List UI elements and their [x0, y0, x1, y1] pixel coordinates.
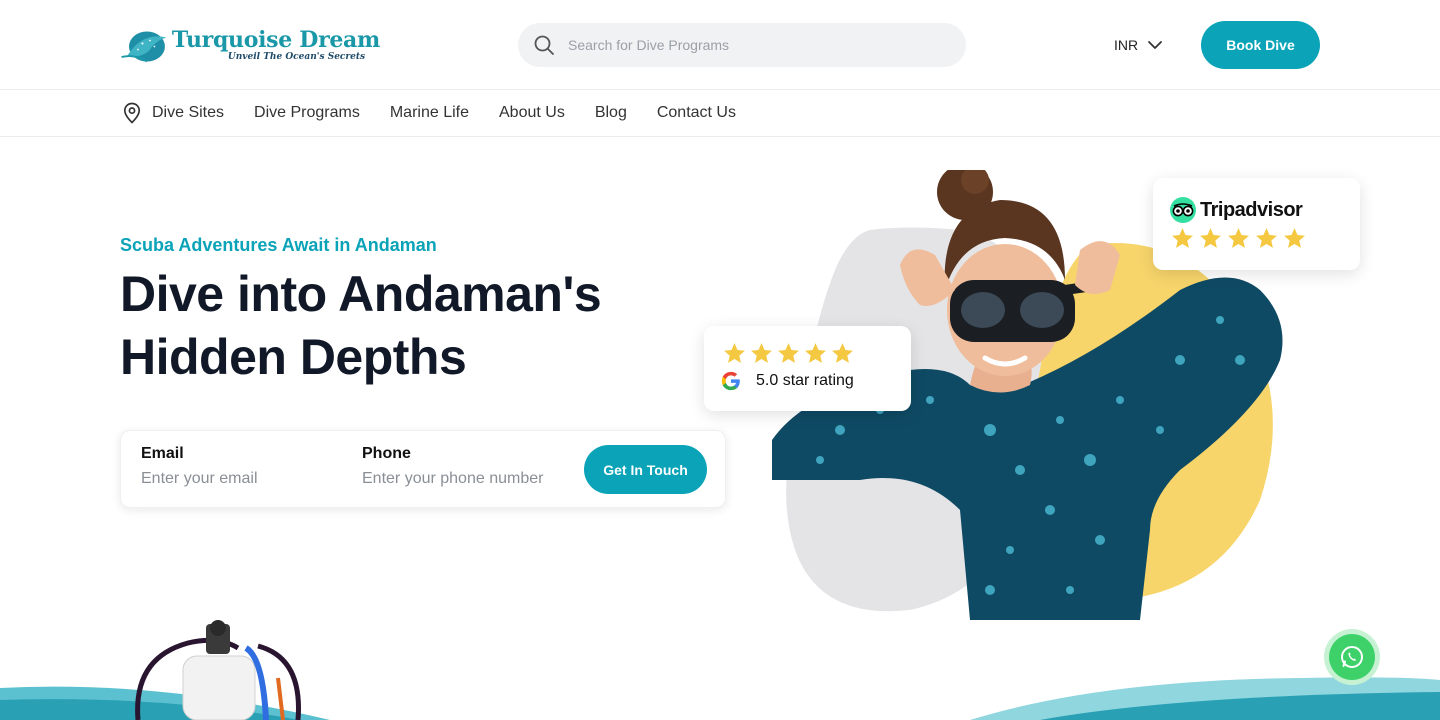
location-pin-icon	[123, 102, 141, 124]
nav-item-dive-sites[interactable]: Dive Sites	[120, 101, 224, 125]
brand-logo[interactable]: Turquoise Dream Unveil The Ocean's Secre…	[120, 17, 380, 73]
whatsapp-icon	[1341, 645, 1363, 669]
tripadvisor-star-rating	[1170, 226, 1307, 251]
phone-label: Phone	[362, 445, 411, 462]
get-in-touch-button[interactable]: Get In Touch	[584, 445, 707, 494]
nav-item-dive-programs[interactable]: Dive Programs	[254, 104, 360, 122]
hero-title: Dive into Andaman's Hidden Depths	[120, 263, 740, 389]
nav-label: Marine Life	[389, 104, 469, 121]
search-input[interactable]	[568, 37, 948, 53]
hero-title-line-2: Hidden Depths	[120, 329, 467, 385]
star-icon	[1228, 228, 1249, 248]
email-label: Email	[141, 445, 184, 462]
star-icon	[751, 343, 772, 363]
star-icon	[1172, 228, 1193, 248]
tripadvisor-owl-icon	[1170, 197, 1196, 223]
google-rating-badge: 5.0 star rating	[704, 326, 911, 411]
hero-title-line-1: Dive into Andaman's	[120, 266, 602, 322]
currency-selector[interactable]: INR	[1114, 33, 1164, 57]
phone-input[interactable]	[362, 470, 567, 488]
hero-subtitle: Scuba Adventures Await in Andaman	[120, 235, 437, 255]
google-star-rating	[722, 341, 855, 366]
nav-label: Blog	[594, 104, 627, 121]
star-icon	[778, 343, 799, 363]
nav-item-marine-life[interactable]: Marine Life	[390, 104, 469, 122]
main-navigation: Dive Sites Dive Programs Marine Life Abo…	[0, 90, 1440, 137]
top-header: Turquoise Dream Unveil The Ocean's Secre…	[0, 0, 1440, 90]
phone-field-group: Phone	[362, 445, 567, 488]
google-rating-text: 5.0 star rating	[756, 372, 854, 389]
nav-label: About Us	[499, 104, 565, 121]
tripadvisor-rating-badge: Tripadvisor	[1153, 178, 1360, 270]
tripadvisor-brand: Tripadvisor	[1200, 198, 1303, 221]
logo-tagline: Unveil The Ocean's Secrets	[227, 51, 366, 62]
star-icon	[805, 343, 826, 363]
currency-label: INR	[1114, 37, 1139, 53]
search-bar[interactable]	[518, 23, 966, 67]
star-icon	[832, 343, 853, 363]
star-icon	[1200, 228, 1221, 248]
dolphin-logo-icon	[121, 31, 167, 63]
email-input[interactable]	[141, 470, 341, 488]
nav-item-contact-us[interactable]: Contact Us	[657, 104, 736, 122]
nav-label: Contact Us	[656, 104, 736, 121]
whatsapp-chat-button[interactable]	[1324, 629, 1380, 685]
star-icon	[1284, 228, 1305, 248]
book-dive-button[interactable]: Book Dive	[1201, 21, 1320, 69]
nav-label: Dive Programs	[254, 104, 360, 121]
email-field-group: Email	[141, 445, 341, 488]
star-icon	[724, 343, 745, 363]
star-icon	[1256, 228, 1277, 248]
scuba-tank-illustration	[135, 620, 301, 720]
search-icon	[534, 35, 554, 55]
nav-item-about-us[interactable]: About Us	[499, 104, 565, 122]
nav-label: Dive Sites	[152, 104, 225, 121]
nav-item-blog[interactable]: Blog	[595, 104, 627, 122]
google-icon	[721, 371, 740, 391]
chevron-down-icon	[1148, 41, 1163, 49]
contact-form: Email Phone Get In Touch	[120, 430, 726, 508]
logo-name: Turquoise Dream	[171, 26, 380, 53]
